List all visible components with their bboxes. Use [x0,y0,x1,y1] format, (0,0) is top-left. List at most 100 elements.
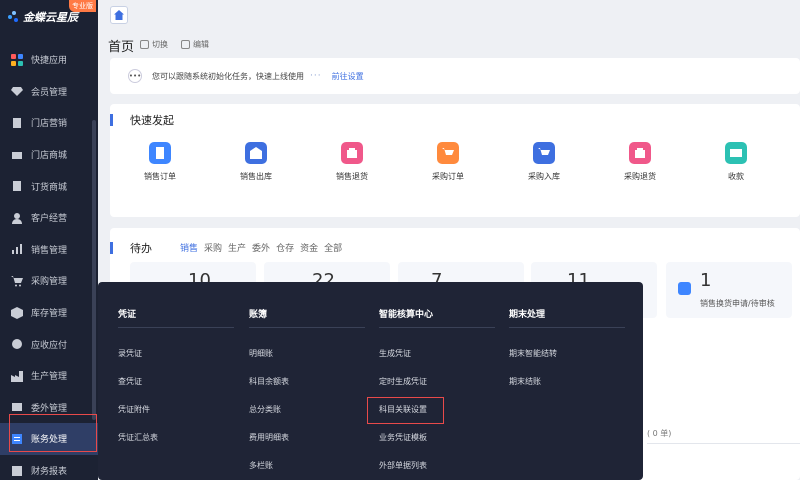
tab-all[interactable]: 全部 [324,241,342,254]
sidebar-item-member[interactable]: 会员管理 [0,76,98,108]
apps-icon [11,53,23,66]
quick-launch-title: 快速发起 [130,114,174,127]
menu-item-detail-ledger[interactable]: 明细账 [249,348,273,359]
sidebar-item-quick-apps[interactable]: 快捷应用 [0,44,98,76]
sidebar-item-label: 门店商城 [31,151,68,162]
tab-funds[interactable]: 资金 [300,241,318,254]
menu-item-generate-voucher[interactable]: 生成凭证 [379,348,411,359]
switch-button[interactable]: 切换 [140,39,168,50]
quick-item-label: 销售出库 [240,172,272,181]
todo-tabs: 销售 采购 生产 委外 仓存 资金 全部 [180,241,342,254]
quick-item-sales-outbound[interactable]: 销售出库 [226,142,286,182]
sidebar-item-store-mall[interactable]: 门店商城 [0,139,98,171]
sidebar-item-financial-report[interactable]: 财务报表 [0,455,98,480]
sidebar-item-label: 生产管理 [31,372,68,383]
tab-sales[interactable]: 销售 [180,241,198,254]
switch-icon [140,40,149,49]
quick-item-label: 销售订单 [144,172,176,181]
purchase-cart-icon [437,142,459,164]
sidebar-item-label: 订货商城 [31,182,68,193]
warehouse-out-icon [245,142,267,164]
sidebar-item-sales[interactable]: 销售管理 [0,234,98,266]
edit-button[interactable]: 编辑 [181,39,209,50]
menu-item-expense-detail[interactable]: 费用明细表 [249,432,289,443]
quick-item-purchase-inbound[interactable]: 采购入库 [514,142,574,182]
sidebar-item-production[interactable]: 生产管理 [0,360,98,392]
sidebar-item-label: 采购管理 [31,277,68,288]
todo-stat-label: 销售换货申请/待审核 [700,299,775,308]
edit-icon [181,40,190,49]
menu-item-query-voucher[interactable]: 查凭证 [118,376,142,387]
store-icon [11,117,23,129]
factory-icon [11,370,23,382]
purchase-return-icon [629,142,651,164]
go-settings-link[interactable]: 前往设置 [332,71,364,82]
sidebar-item-receivable-payable[interactable]: 应收应付 [0,328,98,360]
notice-loading-dots: ··· [310,71,322,81]
tab-warehouse[interactable]: 仓存 [276,241,294,254]
todo-title: 待办 [130,242,152,255]
quick-item-label: 采购入库 [528,172,560,181]
sidebar: 金蝶云星辰 专业版 快捷应用 会员管理 门店营销 门店商城 订货商城 客户经营 [0,0,98,480]
home-tab[interactable] [110,6,128,24]
sidebar-item-customer[interactable]: 客户经营 [0,202,98,234]
purchase-in-icon [533,142,555,164]
home-icon [114,10,124,20]
brand-logo[interactable]: 金蝶云星辰 专业版 [0,0,98,34]
edit-label: 编辑 [193,40,209,49]
menu-item-record-voucher[interactable]: 录凭证 [118,348,142,359]
return-icon [341,142,363,164]
sidebar-item-label: 销售管理 [31,245,68,256]
edition-badge: 专业版 [69,0,96,12]
menu-item-period-end-carryover[interactable]: 期末智能结转 [509,348,557,359]
quick-item-sales-order[interactable]: 销售订单 [130,142,190,182]
doc-icon [149,142,171,164]
menu-item-account-balance[interactable]: 科目余额表 [249,376,289,387]
diamond-icon [11,85,23,97]
sidebar-item-label: 库存管理 [31,309,68,320]
sidebar-item-label: 委外管理 [31,403,68,414]
payable-icon [11,338,23,350]
menu-item-multi-column[interactable]: 多栏账 [249,460,273,471]
quick-item-label: 销售退货 [336,172,368,181]
menu-column-head: 期末处理 [509,310,546,320]
menu-item-voucher-attachment[interactable]: 凭证附件 [118,404,150,415]
menu-column-head: 凭证 [118,310,137,320]
divider [647,443,800,444]
divider [118,327,234,328]
exchange-icon [678,282,691,295]
menu-item-external-docs[interactable]: 外部单据列表 [379,460,427,471]
sidebar-item-store-marketing[interactable]: 门店营销 [0,107,98,139]
sidebar-item-order-mall[interactable]: 订货商城 [0,170,98,202]
tab-outsourcing[interactable]: 委外 [252,241,270,254]
quick-item-label: 采购订单 [432,172,464,181]
tab-production[interactable]: 生产 [228,241,246,254]
todo-stat-card[interactable]: 1 销售换货申请/待审核 [666,262,792,318]
menu-item-voucher-summary[interactable]: 凭证汇总表 [118,432,158,443]
sidebar-item-inventory[interactable]: 库存管理 [0,297,98,329]
cart-icon [11,275,23,287]
sidebar-item-label: 会员管理 [31,87,68,98]
quick-launch-card: 快速发起 销售订单 销售出库 销售退货 采购订单 采购入库 采购退货 收款 [110,104,800,217]
sidebar-item-label: 客户经营 [31,214,68,225]
menu-item-period-close[interactable]: 期末结账 [509,376,541,387]
report-icon [11,465,23,477]
divider [509,327,625,328]
sidebar-item-purchase[interactable]: 采购管理 [0,265,98,297]
payment-icon [725,142,747,164]
switch-label: 切换 [152,40,168,49]
tab-purchase[interactable]: 采购 [204,241,222,254]
menu-item-general-ledger[interactable]: 总分类账 [249,404,281,415]
quick-item-label: 采购退货 [624,172,656,181]
brand-name: 金蝶云星辰 [23,11,78,24]
init-notice: ••• 您可以跟随系统初始化任务，快速上线使用 ··· 前往设置 [110,58,800,94]
quick-item-purchase-return[interactable]: 采购退货 [610,142,670,182]
sidebar-item-label: 快捷应用 [31,56,68,67]
quick-item-payment[interactable]: 收款 [706,142,766,182]
menu-item-voucher-template[interactable]: 业务凭证模板 [379,432,427,443]
menu-item-scheduled-voucher[interactable]: 定时生成凭证 [379,376,427,387]
quick-item-sales-return[interactable]: 销售退货 [322,142,382,182]
sidebar-scrollbar[interactable] [92,120,96,420]
menu-column-head: 账簿 [249,310,268,320]
quick-item-purchase-order[interactable]: 采购订单 [418,142,478,182]
